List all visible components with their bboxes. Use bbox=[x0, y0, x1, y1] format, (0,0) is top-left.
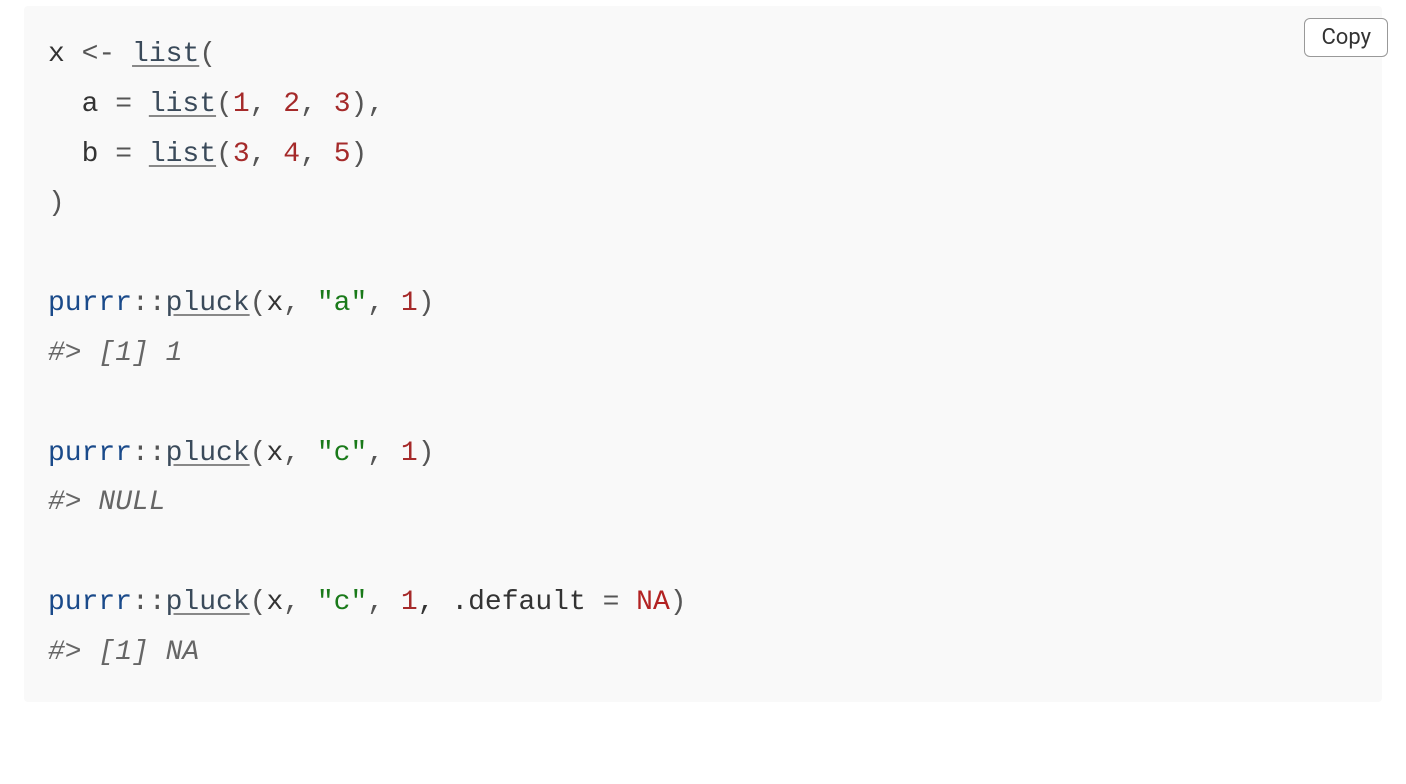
code-token: ( bbox=[216, 139, 233, 170]
code-token: 1 bbox=[401, 587, 418, 618]
code-output: #> NULL bbox=[48, 487, 166, 518]
code-token: , bbox=[367, 288, 401, 319]
code-token: 1 bbox=[401, 288, 418, 319]
code-token: purrr bbox=[48, 288, 132, 319]
list-link[interactable]: list bbox=[149, 89, 216, 120]
code-token: ) bbox=[670, 587, 687, 618]
code-token: 5 bbox=[334, 139, 351, 170]
code-token: , bbox=[300, 89, 334, 120]
code-token: ( bbox=[199, 39, 216, 70]
code-token: ( bbox=[250, 438, 267, 469]
code-token: = bbox=[115, 89, 149, 120]
code-token: = bbox=[603, 587, 637, 618]
code-token: , bbox=[250, 89, 284, 120]
code-token: , bbox=[283, 288, 317, 319]
code-token: 3 bbox=[334, 89, 351, 120]
code-token: ) bbox=[351, 89, 368, 120]
list-link[interactable]: list bbox=[132, 39, 199, 70]
copy-button[interactable]: Copy bbox=[1304, 18, 1388, 57]
code-token: ) bbox=[418, 288, 435, 319]
code-token: , bbox=[367, 587, 401, 618]
code-token: :: bbox=[132, 438, 166, 469]
code-output: #> [1] NA bbox=[48, 637, 199, 668]
list-link[interactable]: list bbox=[149, 139, 216, 170]
code-token: "a" bbox=[317, 288, 367, 319]
code-token: ) bbox=[418, 438, 435, 469]
code-token: = bbox=[115, 139, 149, 170]
code-content: x <- list( a = list(1, 2, 3), b = list(3… bbox=[48, 30, 1358, 678]
code-token: :: bbox=[132, 587, 166, 618]
code-token: 2 bbox=[283, 89, 300, 120]
code-token: 4 bbox=[283, 139, 300, 170]
code-token: purrr bbox=[48, 587, 132, 618]
code-token: ( bbox=[216, 89, 233, 120]
code-token: NA bbox=[636, 587, 670, 618]
code-token: ( bbox=[250, 587, 267, 618]
code-token: x bbox=[48, 39, 65, 70]
code-token: 3 bbox=[233, 139, 250, 170]
code-token: , bbox=[283, 438, 317, 469]
pluck-link[interactable]: pluck bbox=[166, 288, 250, 319]
code-token: ) bbox=[48, 188, 65, 219]
code-token: b bbox=[48, 139, 115, 170]
code-token: :: bbox=[132, 288, 166, 319]
code-token: 1 bbox=[401, 438, 418, 469]
code-token: purrr bbox=[48, 438, 132, 469]
code-output: #> [1] 1 bbox=[48, 338, 182, 369]
code-block: Copy x <- list( a = list(1, 2, 3), b = l… bbox=[24, 6, 1382, 702]
pluck-link[interactable]: pluck bbox=[166, 438, 250, 469]
code-token: x bbox=[266, 288, 283, 319]
code-token: x bbox=[266, 587, 283, 618]
code-token: a bbox=[48, 89, 115, 120]
code-token: x bbox=[266, 438, 283, 469]
code-token: , .default bbox=[418, 587, 603, 618]
pluck-link[interactable]: pluck bbox=[166, 587, 250, 618]
code-token: , bbox=[250, 139, 284, 170]
code-token: , bbox=[367, 438, 401, 469]
code-token: , bbox=[283, 587, 317, 618]
code-token: , bbox=[367, 89, 384, 120]
code-token: "c" bbox=[317, 587, 367, 618]
code-token: ( bbox=[250, 288, 267, 319]
code-token: 1 bbox=[233, 89, 250, 120]
code-token: "c" bbox=[317, 438, 367, 469]
code-token: <- bbox=[65, 39, 132, 70]
code-token: , bbox=[300, 139, 334, 170]
code-token: ) bbox=[351, 139, 368, 170]
